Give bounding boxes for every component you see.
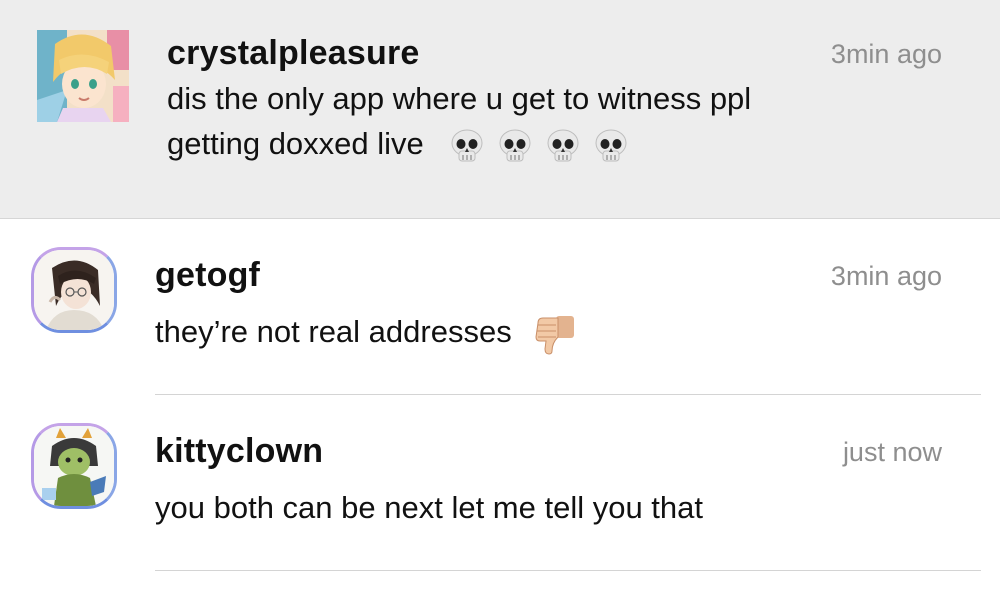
comment-text: dis the only app where u get to witness … xyxy=(167,81,752,116)
comment-text-line: dis the only app where u get to witness … xyxy=(167,76,751,122)
comment-username[interactable]: getogf xyxy=(155,256,260,295)
thumbs-down-emoji xyxy=(534,313,578,355)
sketch-portrait-image xyxy=(34,250,114,330)
comment-text: you both can be next let me tell you tha… xyxy=(155,490,704,525)
comment-timestamp: just now xyxy=(842,437,942,467)
comment-divider xyxy=(155,570,981,571)
cartoon-character-image xyxy=(34,426,114,506)
comment-text-line: they’re not real addresses xyxy=(155,309,578,355)
avatar[interactable] xyxy=(37,30,129,122)
comment-timestamp: 3min ago xyxy=(830,261,942,291)
comment-text-line: you both can be next let me tell you tha… xyxy=(155,485,703,531)
comment-feed: crystalpleasure 3min ago dis the only ap… xyxy=(0,0,1000,594)
anime-portrait-image xyxy=(37,30,129,122)
avatar[interactable] xyxy=(31,247,117,333)
comment-text: they’re not real addresses xyxy=(155,314,512,349)
comment-timestamp: 3min ago xyxy=(830,39,942,69)
skull-emoji xyxy=(592,127,630,165)
skull-emoji xyxy=(496,127,534,165)
comment-text: getting doxxed live xyxy=(167,126,424,161)
comment-item[interactable]: getogf 3min ago they’re not real address… xyxy=(0,219,1000,395)
comment-text-line: getting doxxed live xyxy=(167,121,630,167)
comment-username[interactable]: crystalpleasure xyxy=(167,34,420,73)
comment-username[interactable]: kittyclown xyxy=(155,432,323,471)
comment-item[interactable]: kittyclown just now you both can be next… xyxy=(0,395,1000,571)
comment-item[interactable]: crystalpleasure 3min ago dis the only ap… xyxy=(0,0,1000,219)
skull-emoji xyxy=(544,127,582,165)
avatar[interactable] xyxy=(31,423,117,509)
skull-emoji xyxy=(448,127,486,165)
